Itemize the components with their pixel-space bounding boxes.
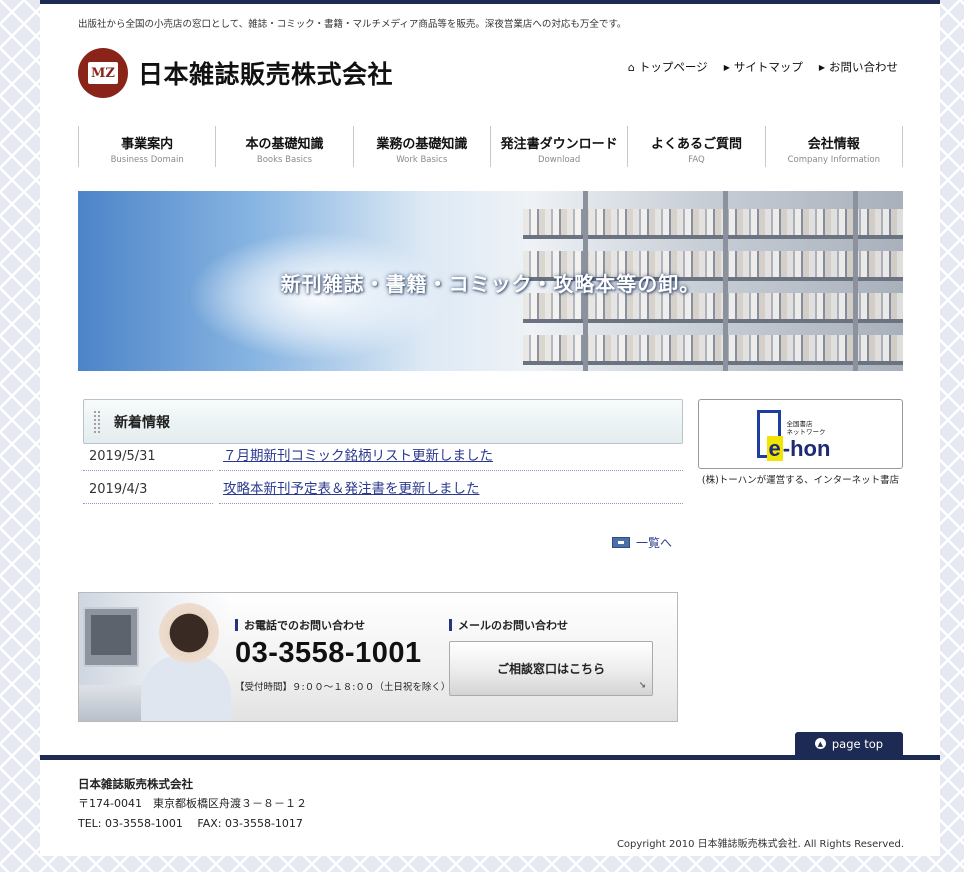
nav-item-books-basics[interactable]: 本の基礎知識 Books Basics <box>215 126 352 167</box>
business-hours: 【受付時間】９:００～１８:００（土日祝を除く） <box>235 682 451 693</box>
triangle-right-icon: ▶ <box>723 62 730 72</box>
nav-item-label: よくあるご質問 <box>650 137 742 152</box>
nav-item-sublabel: Download <box>538 155 581 165</box>
footer-info: 日本雑誌販売株式会社 〒174-0041 東京都板橋区舟渡３－８－１２ TEL:… <box>78 774 307 834</box>
site-logo[interactable]: MZ 日本雑誌販売株式会社 <box>78 48 393 98</box>
ehon-caption: (株)トーハンが運営する、インターネット書店 <box>701 475 900 486</box>
ehon-banner-link[interactable]: 全国書店 ネットワーク e-hon <box>698 399 903 469</box>
chevron-up-icon: ▲ <box>814 738 826 749</box>
utility-link-top[interactable]: ⌂ トップページ <box>628 59 708 75</box>
corner-arrow-icon: ↘ <box>638 681 646 691</box>
mail-contact-title: メールのお問い合わせ <box>449 617 568 633</box>
bar-icon <box>449 619 452 631</box>
phone-number: 03-3558-1001 <box>235 637 422 669</box>
footer-address: 〒174-0041 東京都板橋区舟渡３－８－１２ <box>78 797 307 810</box>
bar-icon <box>235 619 238 631</box>
footer-divider <box>40 755 940 760</box>
page-top-button[interactable]: ▲ page top <box>795 732 903 755</box>
ehon-logo-rest: -hon <box>782 436 831 461</box>
page-container: 出版社から全国の小売店の窓口として、雑誌・コミック・書籍・マルチメディア商品等を… <box>40 0 940 856</box>
ehon-logo-e: e <box>766 436 783 461</box>
utility-link-label: トップページ <box>638 60 708 74</box>
global-nav: 事業案内 Business Domain 本の基礎知識 Books Basics… <box>78 126 903 167</box>
ehon-banner: 全国書店 ネットワーク e-hon (株)トーハンが運営する、インターネット書店 <box>698 399 903 486</box>
nav-item-label: 発注書ダウンロード <box>500 137 618 152</box>
nav-item-label: 事業案内 <box>121 137 174 152</box>
news-more-link[interactable]: 一覧へ <box>612 534 672 551</box>
news-date: 2019/5/31 <box>83 439 213 471</box>
utility-link-contact[interactable]: ▶ お問い合わせ <box>819 59 898 75</box>
copyright: Copyright 2010 日本雑誌販売株式会社. All Rights Re… <box>616 839 904 850</box>
ehon-logo-small-line: 全国書店 <box>786 420 813 428</box>
logo-mark-letters: MZ <box>88 62 118 84</box>
nav-item-sublabel: FAQ <box>688 155 705 165</box>
logo-mark-icon: MZ <box>78 48 128 98</box>
news-link[interactable]: 攻略本新刊予定表＆発注書を更新しました <box>219 472 683 504</box>
news-header: 新着情報 <box>83 399 683 444</box>
site-tagline: 出版社から全国の小売店の窓口として、雑誌・コミック・書籍・マルチメディア商品等を… <box>78 19 627 30</box>
consultation-button[interactable]: ご相談窓口はこちら ↘ <box>449 641 653 696</box>
page-top-label: page top <box>831 736 884 751</box>
footer-tel-fax: TEL: 03-3558-1001 FAX: 03-3558-1017 <box>78 817 303 830</box>
ehon-logo-icon: 全国書店 ネットワーク e-hon <box>751 406 851 462</box>
home-icon: ⌂ <box>627 60 635 74</box>
nav-item-label: 業務の基礎知識 <box>376 137 468 152</box>
nav-item-sublabel: Business Domain <box>110 155 184 165</box>
nav-item-download[interactable]: 発注書ダウンロード Download <box>489 126 627 167</box>
consultation-button-label: ご相談窓口はこちら <box>496 662 605 676</box>
footer-company-name: 日本雑誌販売株式会社 <box>78 777 193 791</box>
hero-caption: 新刊雑誌・書籍・コミック・攻略本等の卸。 <box>280 272 701 296</box>
operator-photo <box>79 593 231 721</box>
news-more-label: 一覧へ <box>636 536 673 550</box>
nav-item-faq[interactable]: よくあるご質問 FAQ <box>627 126 764 167</box>
news-row: 2019/4/3 攻略本新刊予定表＆発注書を更新しました <box>83 478 683 510</box>
nav-item-sublabel: Company Information <box>787 155 880 165</box>
phone-contact-title-text: お電話でのお問い合わせ <box>244 619 365 632</box>
hero-banner: 新刊雑誌・書籍・コミック・攻略本等の卸。 <box>78 191 903 371</box>
utility-link-sitemap[interactable]: ▶ サイトマップ <box>724 59 803 75</box>
nav-item-label: 会社情報 <box>807 137 860 152</box>
ehon-logo-small-line: ネットワーク <box>786 428 826 436</box>
news-link[interactable]: ７月期新刊コミック銘柄リスト更新しました <box>219 439 683 471</box>
mail-contact-title-text: メールのお問い合わせ <box>458 619 568 632</box>
triangle-right-icon: ▶ <box>818 62 825 72</box>
nav-item-label: 本の基礎知識 <box>245 137 324 152</box>
nav-item-company[interactable]: 会社情報 Company Information <box>764 126 903 167</box>
news-title: 新着情報 <box>114 414 170 431</box>
nav-item-sublabel: Work Basics <box>396 155 448 165</box>
nav-item-work-basics[interactable]: 業務の基礎知識 Work Basics <box>352 126 490 167</box>
utility-link-label: サイトマップ <box>733 60 803 74</box>
nav-item-business[interactable]: 事業案内 Business Domain <box>78 126 215 167</box>
contact-panel: お電話でのお問い合わせ 03-3558-1001 【受付時間】９:００～１８:０… <box>78 592 678 722</box>
phone-contact-title: お電話でのお問い合わせ <box>235 617 365 633</box>
nav-item-sublabel: Books Basics <box>256 155 313 165</box>
news-date: 2019/4/3 <box>83 472 213 504</box>
list-icon <box>612 537 630 548</box>
news-section: 新着情報 2019/5/31 ７月期新刊コミック銘柄リスト更新しました 2019… <box>83 399 683 510</box>
utility-nav: ⌂ トップページ ▶ サイトマップ ▶ お問い合わせ <box>628 59 898 75</box>
company-name: 日本雑誌販売株式会社 <box>138 60 394 89</box>
grip-icon <box>94 410 100 433</box>
utility-link-label: お問い合わせ <box>829 60 898 74</box>
